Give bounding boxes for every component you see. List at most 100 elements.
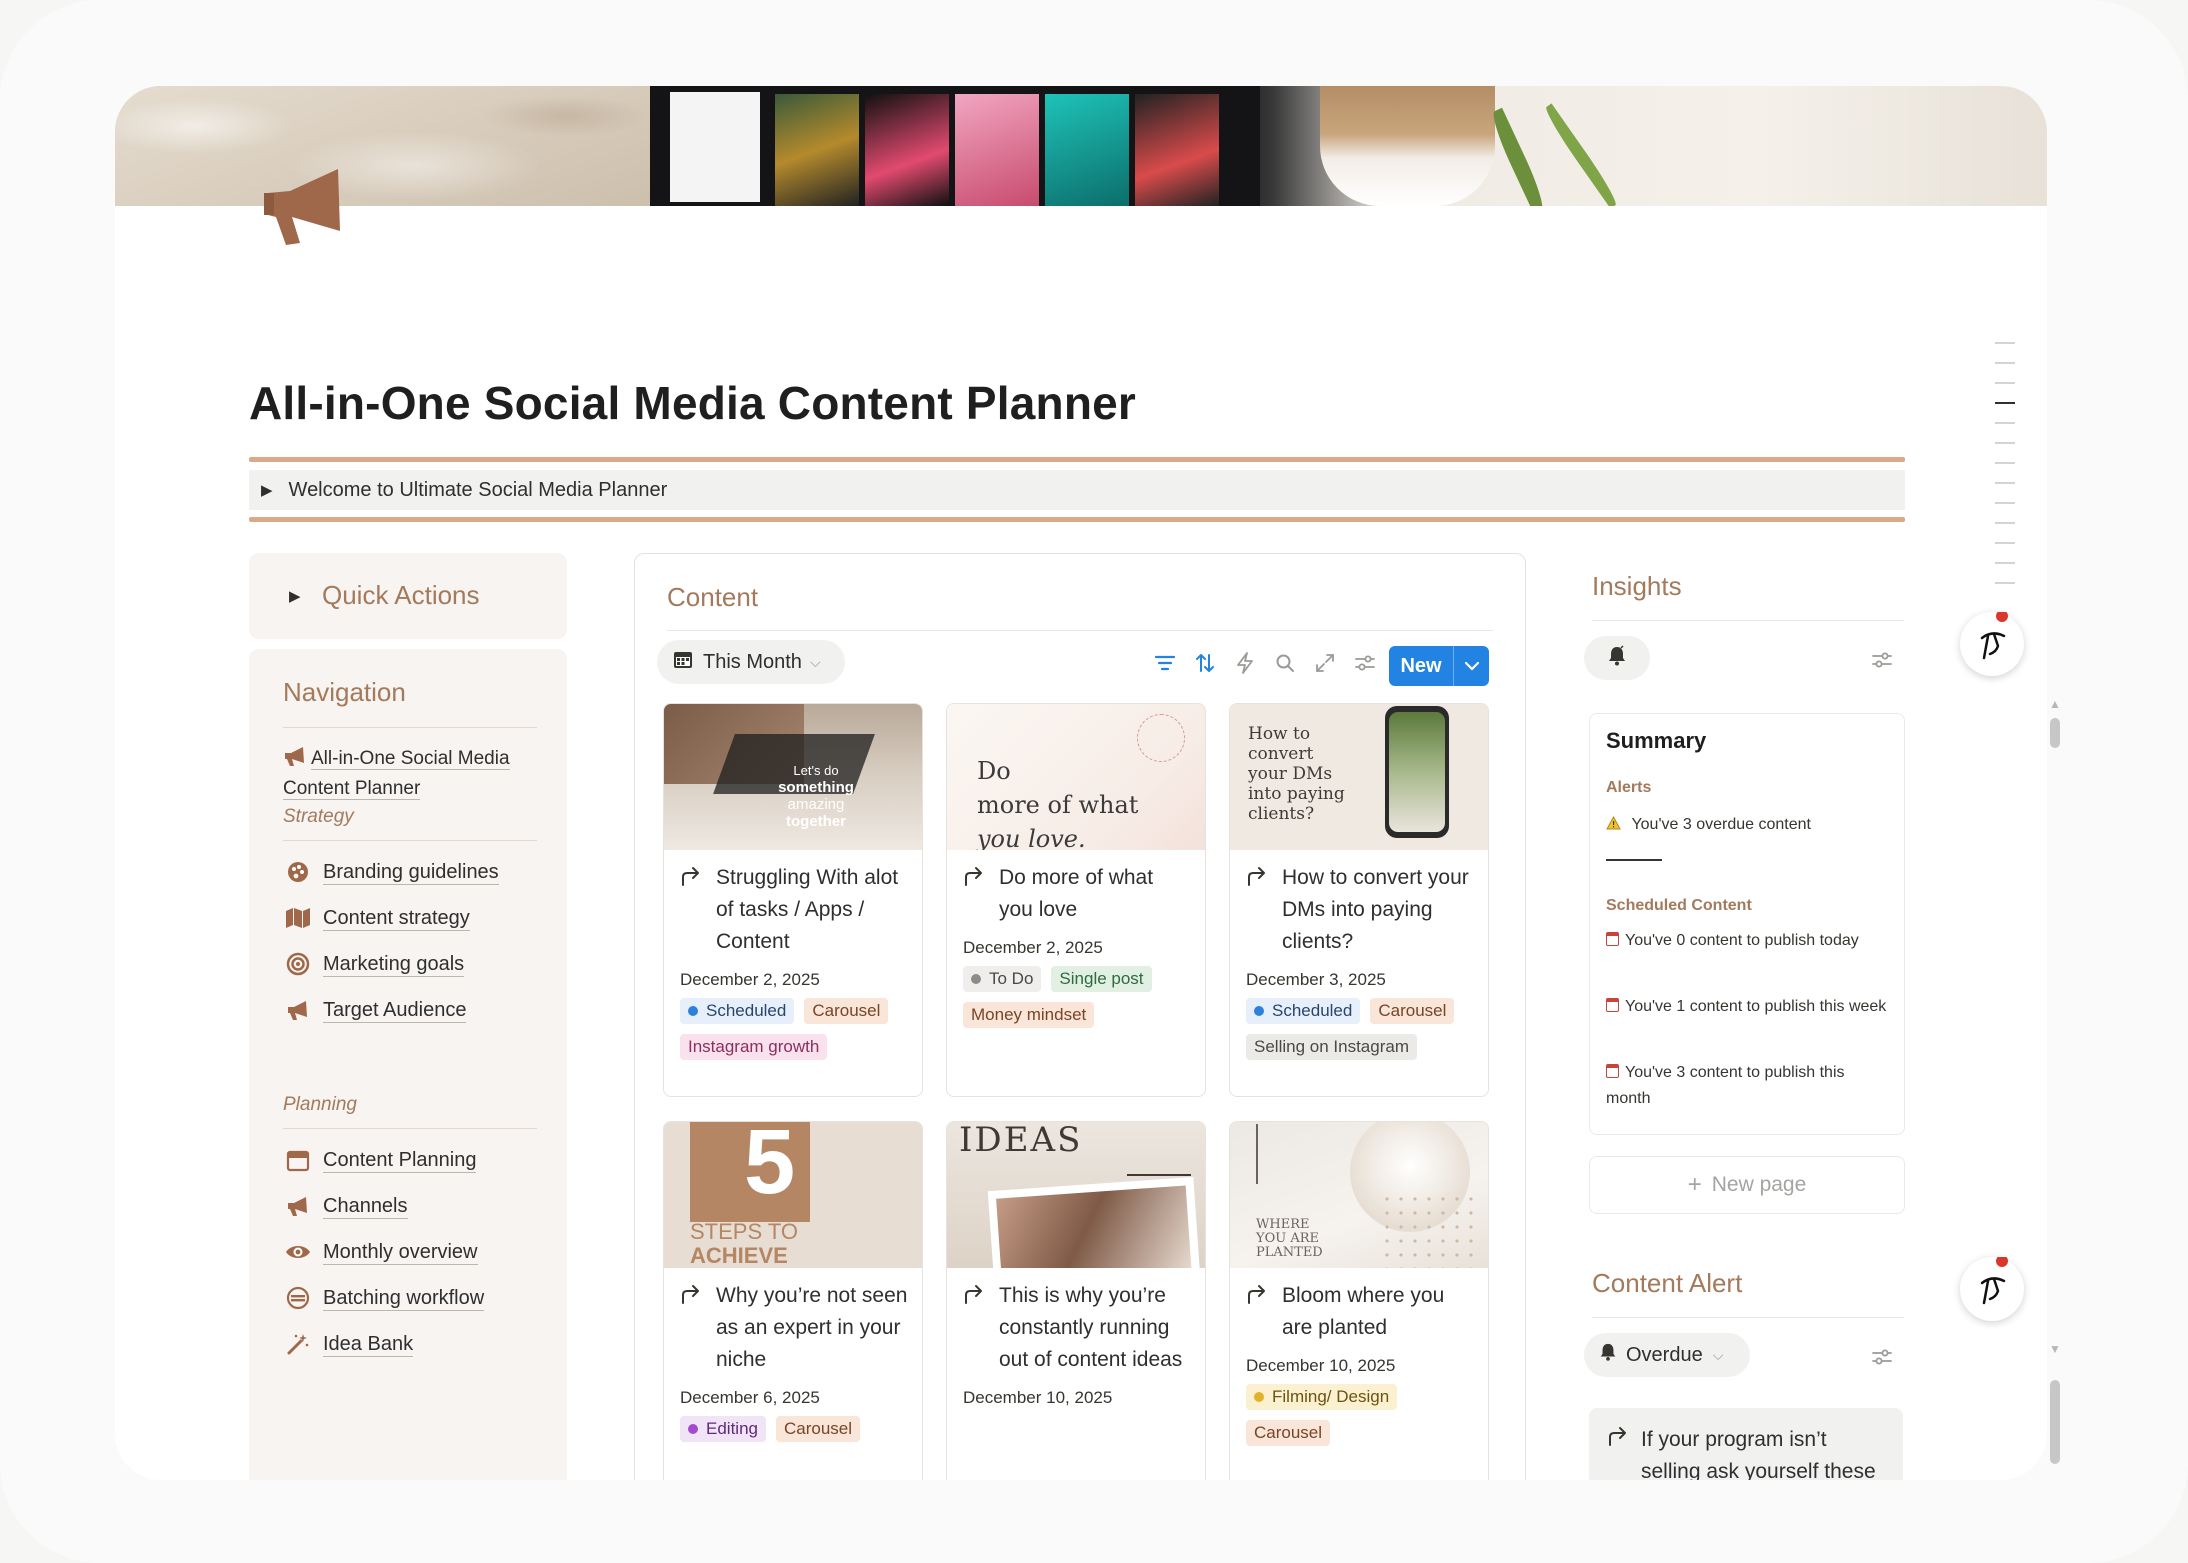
content-card[interactable]: IDEAS This is why you’re constantly runn… bbox=[946, 1121, 1206, 1480]
automation-icon[interactable] bbox=[1230, 648, 1260, 678]
calendar-icon bbox=[673, 649, 693, 675]
toggle-triangle-icon[interactable]: ▶ bbox=[289, 587, 301, 605]
content-card[interactable]: Let's do something amazing together Stru… bbox=[663, 703, 923, 1097]
content-title: Content bbox=[667, 582, 759, 612]
new-button[interactable]: New bbox=[1389, 646, 1489, 686]
status-dot bbox=[971, 974, 981, 984]
welcome-toggle[interactable]: ▶ Welcome to Ultimate Social Media Plann… bbox=[249, 470, 1905, 510]
quick-actions-toggle[interactable]: ▶ Quick Actions bbox=[249, 553, 567, 639]
scrollbar-thumb[interactable] bbox=[2050, 1380, 2060, 1464]
scroll-down-icon[interactable]: ▼ bbox=[2049, 1342, 2061, 1356]
toc-line[interactable] bbox=[1995, 442, 2015, 444]
calendar-icon bbox=[1606, 998, 1619, 1012]
nav-item-marketing-goals[interactable]: Marketing goals bbox=[283, 949, 465, 979]
tag: Money mindset bbox=[963, 1002, 1095, 1028]
summary-line-text: You've 0 content to publish today bbox=[1625, 932, 1859, 949]
card-title: How to convert your DMs into paying clie… bbox=[1230, 850, 1488, 958]
card-image-text: clients? bbox=[1248, 804, 1315, 824]
toggle-triangle-icon[interactable]: ▶ bbox=[261, 481, 273, 499]
content-card[interactable]: WHERE YOU ARE PLANTED Bloom where you ar… bbox=[1229, 1121, 1489, 1480]
section-title-strategy: Strategy bbox=[283, 806, 354, 827]
nav-link-home[interactable]: All-in-One Social Media Content Planner bbox=[283, 744, 523, 804]
summary-line-text: You've 1 content to publish this week bbox=[1625, 998, 1887, 1015]
new-page-button[interactable]: + New page bbox=[1589, 1156, 1905, 1214]
summary-card[interactable]: Summary Alerts You've 3 overdue content … bbox=[1589, 713, 1905, 1135]
calendar-icon bbox=[283, 1145, 313, 1175]
nav-item-label: Marketing goals bbox=[323, 952, 465, 977]
card-date: December 3, 2025 bbox=[1246, 970, 1386, 989]
toc-line[interactable] bbox=[1995, 462, 2015, 464]
content-card[interactable]: How to convert your DMs into paying clie… bbox=[1229, 703, 1489, 1097]
toc-line[interactable] bbox=[1995, 542, 2015, 544]
divider bbox=[283, 840, 537, 841]
scrollbar-thumb[interactable] bbox=[2050, 718, 2060, 748]
status-badge: Filming/ Design bbox=[1246, 1384, 1398, 1410]
tag-label: Scheduled bbox=[1272, 1001, 1353, 1020]
content-card[interactable]: 5 STEPS TO ACHIEVE Why you’re not seen a… bbox=[663, 1121, 923, 1480]
help-assistant-button[interactable] bbox=[1960, 1250, 2024, 1321]
nav-item-label: Content strategy bbox=[323, 906, 470, 931]
toc-line-active[interactable] bbox=[1995, 402, 2015, 404]
status-dot bbox=[688, 1006, 698, 1016]
expand-icon[interactable] bbox=[1310, 648, 1340, 678]
toc-line[interactable] bbox=[1995, 342, 2015, 344]
megaphone-icon[interactable] bbox=[260, 161, 350, 251]
nav-item-target-audience[interactable]: Target Audience bbox=[283, 995, 467, 1025]
nav-link-home-label: All-in-One Social Media Content Planner bbox=[283, 748, 510, 800]
scroll-up-icon[interactable]: ▲ bbox=[2049, 697, 2061, 711]
card-image-text: Let's do bbox=[793, 763, 839, 778]
toc-line[interactable] bbox=[1995, 482, 2015, 484]
notifications-view-tab[interactable] bbox=[1584, 636, 1650, 680]
cover-laptop-screen bbox=[650, 86, 1260, 206]
divider bbox=[283, 727, 537, 728]
content-card[interactable]: Do more of what you love. Do more of wha… bbox=[946, 703, 1206, 1097]
toc-line[interactable] bbox=[1995, 582, 2015, 584]
help-assistant-button[interactable] bbox=[1960, 605, 2024, 676]
toc-line[interactable] bbox=[1995, 382, 2015, 384]
content-alert-card[interactable]: If your program isn’t selling ask yourse… bbox=[1589, 1408, 1903, 1480]
search-icon[interactable] bbox=[1270, 648, 1300, 678]
summary-line: You've 0 content to publish today bbox=[1606, 928, 1888, 954]
target-icon bbox=[283, 949, 313, 979]
nav-item-branding-guidelines[interactable]: Branding guidelines bbox=[283, 857, 499, 887]
nav-item-idea-bank[interactable]: Idea Bank bbox=[283, 1329, 414, 1359]
plus-icon: + bbox=[1687, 1171, 1702, 1198]
toc-line[interactable] bbox=[1995, 362, 2015, 364]
toc-line[interactable] bbox=[1995, 502, 2015, 504]
arrow-icon bbox=[963, 1282, 985, 1314]
nav-item-monthly-overview[interactable]: Monthly overview bbox=[283, 1237, 478, 1267]
sort-icon[interactable] bbox=[1190, 648, 1220, 678]
view-selector[interactable]: This Month ⌵ bbox=[657, 640, 845, 684]
status-dot bbox=[688, 1424, 698, 1434]
overdue-view-tab[interactable]: Overdue ⌵ bbox=[1584, 1333, 1750, 1377]
card-image-text: convert bbox=[1248, 744, 1314, 764]
toc-line[interactable] bbox=[1995, 422, 2015, 424]
card-image-text: more of what bbox=[977, 791, 1139, 819]
settings-icon[interactable] bbox=[1350, 648, 1380, 678]
filter-icon[interactable] bbox=[1150, 648, 1180, 678]
card-title: Bloom where you are planted bbox=[1230, 1268, 1488, 1344]
nav-item-batching-workflow[interactable]: Batching workflow bbox=[283, 1283, 485, 1313]
cover-image[interactable] bbox=[115, 86, 2047, 206]
settings-icon[interactable] bbox=[1871, 1347, 1893, 1372]
megaphone-icon bbox=[283, 995, 313, 1025]
status-dot bbox=[1254, 1006, 1264, 1016]
nav-item-label: Monthly overview bbox=[323, 1240, 478, 1265]
settings-icon[interactable] bbox=[1871, 650, 1893, 675]
toc-line[interactable] bbox=[1995, 562, 2015, 564]
card-cover-image: How to convert your DMs into paying clie… bbox=[1230, 704, 1488, 850]
toc-line[interactable] bbox=[1995, 522, 2015, 524]
stack-icon bbox=[283, 1283, 313, 1313]
overdue-text: You've 3 overdue content bbox=[1631, 816, 1811, 833]
new-page-label: New page bbox=[1711, 1173, 1807, 1196]
nav-item-content-strategy[interactable]: Content strategy bbox=[283, 903, 470, 933]
card-cover-image: 5 STEPS TO ACHIEVE bbox=[664, 1122, 922, 1268]
nav-item-content-planning[interactable]: Content Planning bbox=[283, 1145, 477, 1175]
chevron-down-icon[interactable] bbox=[1454, 661, 1489, 671]
nav-item-label: Branding guidelines bbox=[323, 860, 499, 885]
nav-item-channels[interactable]: Channels bbox=[283, 1191, 408, 1221]
view-selector-label: This Month bbox=[703, 650, 802, 673]
megaphone-icon bbox=[285, 747, 304, 766]
card-image-text: you love. bbox=[977, 825, 1086, 850]
chevron-down-icon: ⌵ bbox=[809, 653, 821, 670]
